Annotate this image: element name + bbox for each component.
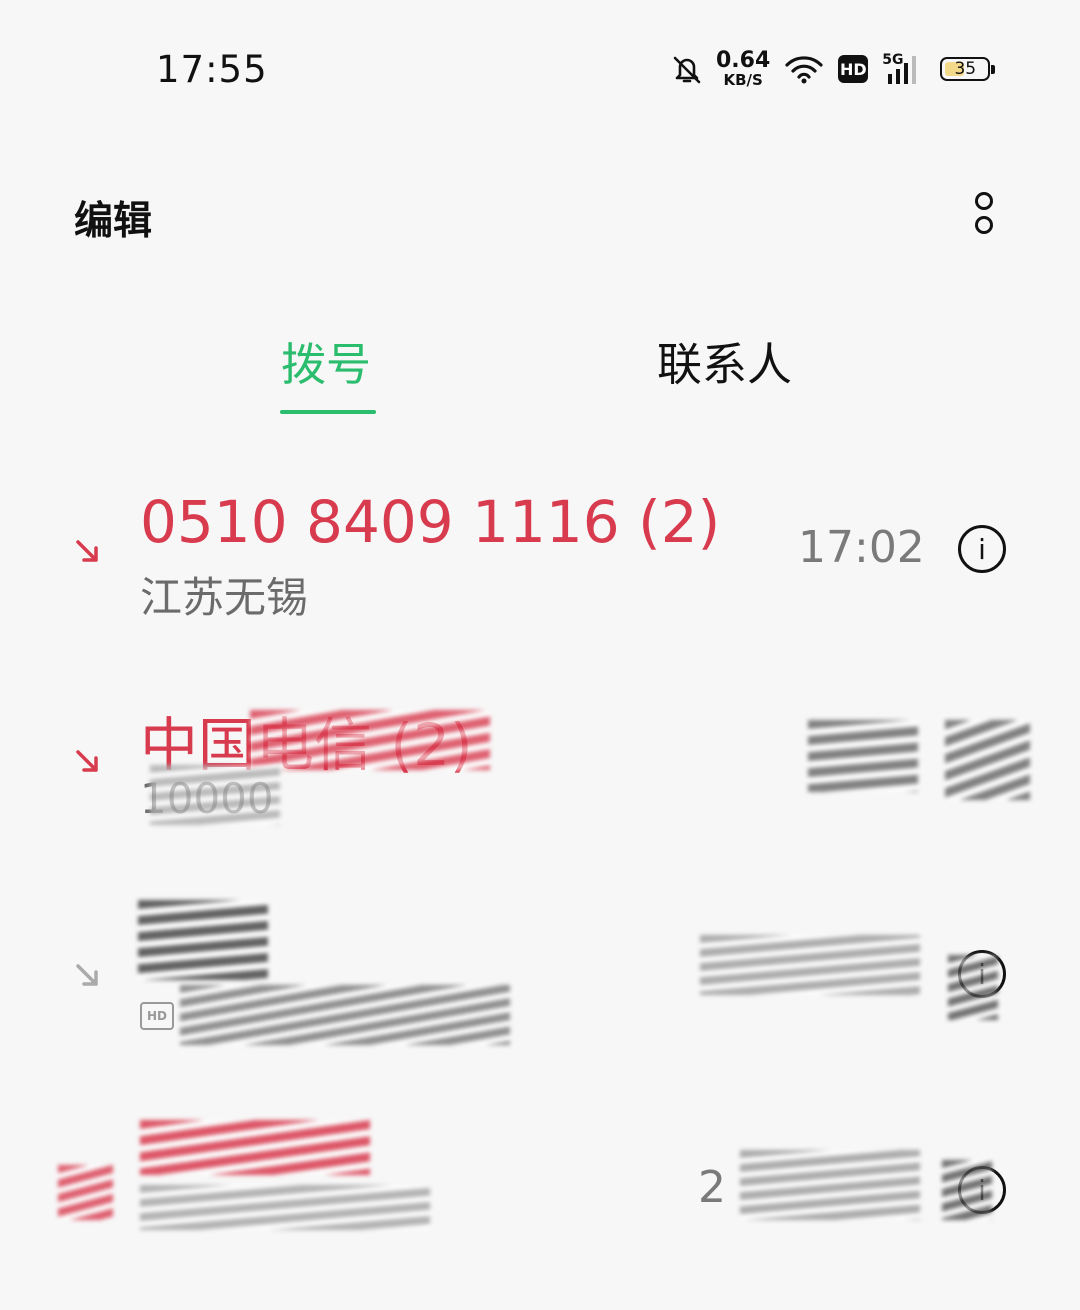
wifi-icon <box>785 56 823 84</box>
more-vertical-icon[interactable] <box>968 192 1000 238</box>
net-speed-unit: KB/S <box>723 71 763 89</box>
incoming-call-arrow-icon <box>76 964 98 986</box>
call-log-item[interactable]: 2 i <box>0 1100 1080 1310</box>
missed-call-arrow-icon <box>76 750 98 772</box>
call-log-item[interactable]: 中国电信 (2) 10000 <box>0 680 1080 890</box>
hd-badge: HD <box>838 55 869 83</box>
battery-level: 35 <box>954 59 977 79</box>
net-speed: 0.64 KB/S <box>716 50 770 88</box>
call-log-item[interactable]: 0510 8409 1116 (2) 江苏无锡 17:02 i <box>0 470 1080 680</box>
signal-icon: 5G <box>882 52 926 86</box>
call-log-item[interactable]: HD i <box>0 890 1080 1100</box>
missed-call-arrow-icon <box>76 540 98 562</box>
battery-icon: 35 <box>940 57 996 81</box>
hd-call-tag: HD <box>140 1002 174 1030</box>
call-time: 17:02 <box>798 522 925 573</box>
call-location: 江苏无锡 <box>140 573 309 622</box>
info-icon[interactable]: i <box>958 525 1006 573</box>
net-speed-value: 0.64 <box>716 48 771 73</box>
call-title: 0510 8409 1116 (2) <box>140 488 721 556</box>
bell-muted-icon <box>673 56 701 84</box>
edit-button[interactable]: 编辑 <box>74 190 152 246</box>
call-time: 2 <box>698 1162 726 1213</box>
active-tab-indicator <box>280 410 376 414</box>
tab-dial[interactable]: 拨号 <box>281 328 371 393</box>
status-time: 17:55 <box>156 48 268 91</box>
status-icons: 0.64 KB/S HD 5G 35 <box>672 46 1004 92</box>
tab-contacts[interactable]: 联系人 <box>657 328 792 393</box>
